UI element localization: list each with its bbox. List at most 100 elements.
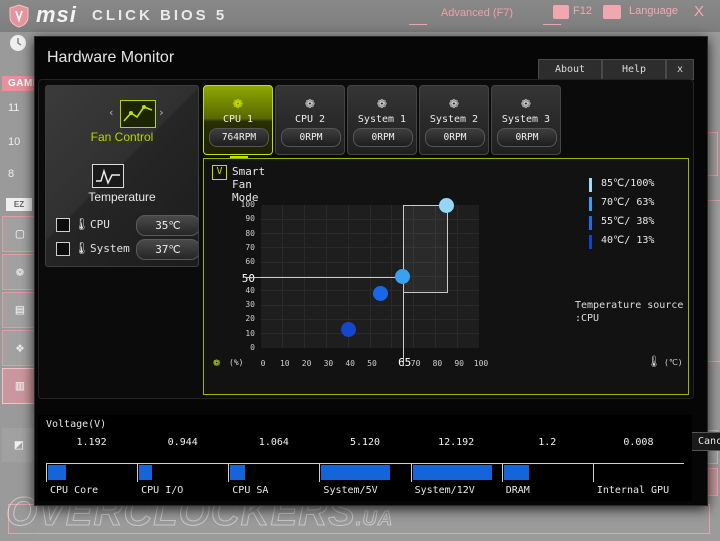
y-axis-tick: 40: [245, 285, 255, 295]
ez-mode-badge[interactable]: EZ: [6, 198, 32, 211]
page-title: Hardware Monitor: [47, 49, 175, 66]
settings-icon: ❖: [15, 340, 25, 356]
smart-fan-mode-label: Smart Fan Mode: [232, 165, 266, 204]
y-axis-tick: 10: [245, 328, 255, 338]
grid-line-horizontal: [261, 319, 479, 320]
hardware-monitor-dialog: Hardware Monitor About Help x ‹ › Fan Co…: [34, 36, 720, 506]
voltage-rail-label: System/5V: [323, 485, 378, 496]
sidebar-item-fan[interactable]: ❁: [2, 254, 38, 290]
x-axis-tick: 40: [345, 359, 355, 368]
fan-tab-cpu-1[interactable]: ❁ CPU 1 764RPM: [203, 85, 273, 159]
legend-item: 85℃/100%: [589, 177, 699, 194]
voltage-tick: [319, 463, 321, 482]
sidebar-item-settings[interactable]: ▢: [2, 216, 38, 252]
sidebar-number-0: 11: [8, 102, 20, 114]
language-button[interactable]: Language: [629, 5, 678, 17]
sensor-row-system[interactable]: 🌡 System 37℃: [52, 238, 198, 260]
fan-control-icon[interactable]: [120, 100, 156, 128]
fan-curve-point[interactable]: [340, 321, 356, 337]
x-axis-tick: 80: [432, 359, 443, 368]
left-control-column: ‹ › Fan Control Temperature 🌡 CPU 35℃ 🌡 …: [45, 85, 199, 267]
x-axis-ticks: 0 10 20 30 40 50 65 70 80 90 100: [212, 356, 680, 371]
tools-icon: ◩: [14, 437, 24, 453]
voltage-rail-label: CPU SA: [232, 485, 269, 496]
selection-rectangle[interactable]: [402, 205, 449, 293]
hwmonitor-icon: ▥: [15, 378, 25, 394]
voltage-section: Voltage(V) 1.192 CPU Core 0.944 CPU I/O 1.06…: [38, 415, 692, 501]
sensor-name-system: System: [90, 242, 130, 255]
fan-tab-cpu-2[interactable]: ❁ CPU 2 0RPM: [275, 85, 345, 155]
fan-control-prev-button[interactable]: ‹: [108, 106, 115, 119]
thermometer-icon: 🌡: [74, 241, 90, 255]
sidebar-item-tools[interactable]: ◩: [2, 428, 36, 462]
temperature-source: Temperature source :CPU: [575, 299, 683, 325]
voltage-rail-label: CPU Core: [50, 485, 99, 496]
favorites-icon[interactable]: [603, 5, 621, 19]
fan-icon: ❁: [305, 93, 315, 112]
f12-label[interactable]: F12: [573, 5, 592, 17]
legend-item: 55℃/ 38%: [589, 215, 699, 232]
boot-icon: ▤: [15, 302, 25, 318]
temperature-icon[interactable]: [92, 164, 124, 188]
bios-topbar: msi CLICK BIOS 5 Advanced (F7) F12 Langu…: [0, 0, 720, 32]
msi-wordmark: msi: [36, 2, 77, 27]
close-icon[interactable]: X: [694, 3, 704, 20]
fan-tab-label: CPU 2: [294, 114, 326, 125]
sensor-row-cpu[interactable]: 🌡 CPU 35℃: [52, 214, 198, 236]
temperature-source-line1: Temperature source: [575, 300, 684, 311]
sidebar-item-boot[interactable]: ▤: [2, 292, 38, 328]
voltage-value: 1.064: [258, 437, 289, 448]
about-button[interactable]: About: [538, 59, 602, 80]
voltage-rail-label: DRAM: [505, 485, 530, 496]
voltage-tick: [410, 463, 412, 482]
advanced-mode-button[interactable]: Advanced (F7): [418, 2, 536, 24]
voltage-value: 5.120: [349, 437, 381, 448]
sidebar-item-overclock[interactable]: ❖: [2, 330, 38, 366]
fan-icon: ❁: [521, 93, 531, 112]
y-axis-tick: 20: [245, 314, 255, 324]
legend-swatch: [589, 197, 592, 211]
fan-curve-point[interactable]: [438, 197, 454, 213]
smart-fan-mode-checkbox[interactable]: V: [212, 165, 227, 180]
x-axis-tick: 100: [473, 359, 489, 368]
voltage-rail-label: CPU I/O: [141, 485, 184, 496]
voltage-axis-top: [46, 463, 684, 464]
legend-swatch: [589, 235, 592, 249]
fan-tab-label: CPU 1: [222, 114, 254, 125]
y-axis-tick: 80: [245, 228, 255, 238]
legend-item: 70℃/ 63%: [589, 196, 699, 213]
sidebar-number-1: 10: [8, 136, 21, 148]
y-axis-tick: 60: [245, 257, 255, 267]
voltage-value: 0.944: [167, 437, 198, 448]
fan-icon: ❁: [449, 93, 459, 112]
fan-tab-rpm: 764RPM: [209, 128, 269, 147]
watermark-suffix: .UA: [355, 508, 394, 531]
fan-tab-system-3[interactable]: ❁ System 3 0RPM: [491, 85, 561, 155]
fan-tab-label: System 1: [357, 114, 407, 125]
legend-label: 85℃/100%: [601, 178, 655, 189]
voltage-tick: [228, 463, 230, 482]
sidebar-item-hwmonitor[interactable]: ▥: [2, 368, 38, 404]
legend-swatch: [589, 216, 592, 230]
fan-control-next-button[interactable]: ›: [158, 106, 165, 119]
temperature-label: Temperature: [88, 190, 156, 204]
y-axis-unit-label: (%): [229, 358, 244, 367]
screenshot-icon[interactable]: [553, 5, 569, 19]
voltage-value: 12.192: [438, 437, 475, 448]
legend-item: 40℃/ 13%: [589, 234, 699, 251]
x-axis-tick: 10: [279, 359, 290, 368]
close-button[interactable]: x: [666, 59, 694, 80]
fan-curve-graph: V Smart Fan Mode 0 10 20 30 40 50 60 70 80 90 100 …: [203, 158, 689, 395]
voltage-tick: [137, 463, 139, 482]
y-axis-tick: 30: [245, 300, 255, 310]
sensor-checkbox-cpu[interactable]: [56, 218, 70, 232]
crosshair-horizontal: [245, 276, 403, 278]
fan-tab-label: System 2: [429, 114, 479, 125]
help-button[interactable]: Help: [602, 59, 666, 80]
y-axis-tick: 0: [250, 343, 255, 352]
fan-tab-system-2[interactable]: ❁ System 2 0RPM: [419, 85, 489, 155]
sensor-checkbox-system[interactable]: [56, 242, 70, 256]
voltage-value: 1.192: [76, 437, 107, 448]
monitor-icon: ▢: [15, 226, 25, 242]
fan-tab-system-1[interactable]: ❁ System 1 0RPM: [347, 85, 417, 155]
